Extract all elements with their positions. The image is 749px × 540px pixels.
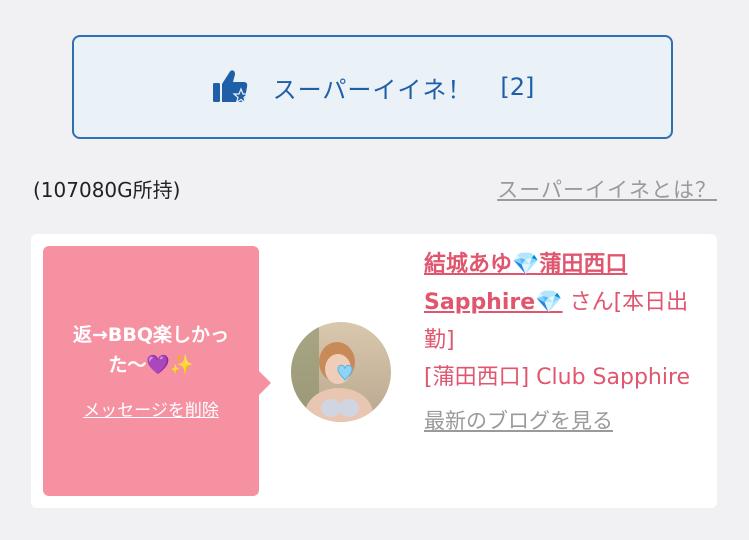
message-bubble: 返→BBQ楽しかった〜💜✨ メッセージを削除 — [43, 246, 271, 496]
avatar-photo — [291, 322, 391, 422]
thumbs-up-star-icon — [212, 70, 250, 104]
shop-name: [蒲田西口] Club Sapphire — [424, 365, 691, 391]
super-like-info-link[interactable]: スーパーイイネとは？ — [497, 174, 717, 204]
latest-blog-link[interactable]: 最新のブログを見る — [424, 403, 613, 439]
points-balance: (107080G所持) — [33, 178, 181, 202]
message-text: 返→BBQ楽しかった〜💜✨ — [72, 324, 230, 376]
delete-message-link[interactable]: メッセージを削除 — [83, 396, 219, 421]
super-like-label: スーパーイイネ！ — [272, 75, 473, 104]
avatar[interactable] — [291, 322, 391, 422]
cast-info: 結城あゆ💎蒲田西口Sapphire💎 さん[本日出勤] [蒲田西口] Club … — [424, 246, 709, 441]
message-card: 返→BBQ楽しかった〜💜✨ メッセージを削除 結城あゆ💎蒲田西口Sapphire… — [31, 234, 717, 508]
super-like-count: [2] — [500, 73, 535, 101]
super-like-button[interactable]: スーパーイイネ！ [2] — [72, 35, 673, 139]
